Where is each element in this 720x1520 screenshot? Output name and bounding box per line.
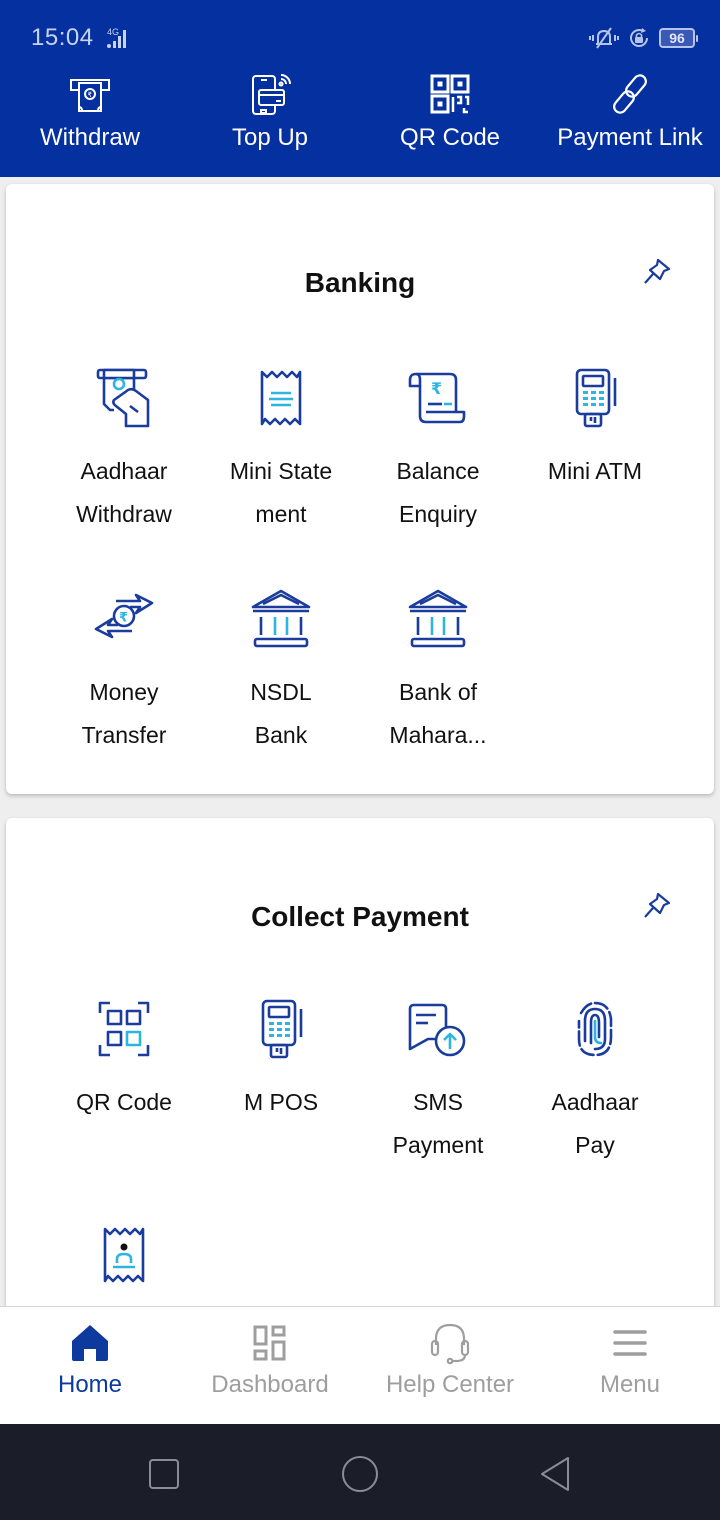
card-terminal-icon: [575, 368, 617, 428]
pin-icon[interactable]: [640, 889, 674, 923]
quick-action-label: Withdraw: [39, 124, 141, 151]
network-type: 4G: [107, 27, 119, 37]
tile-qr-code[interactable]: QR Code: [45, 997, 203, 1124]
link-icon: [613, 74, 647, 114]
nav-menu[interactable]: Menu: [540, 1307, 720, 1425]
quick-action-withdraw[interactable]: ₹ Withdraw: [0, 70, 180, 177]
quick-action-qr-code[interactable]: QR Code: [360, 70, 540, 177]
vibrate-mute-icon: [589, 27, 619, 49]
battery-icon: 96: [659, 28, 698, 48]
collect-payment-card: Collect Payment QR Code M POS SMS Paymen…: [6, 818, 714, 1306]
tile-label: Mini ATM: [547, 458, 643, 484]
atm-withdraw-icon: ₹: [70, 79, 110, 112]
tile-mini-statement[interactable]: Mini State ment: [202, 366, 360, 536]
qr-code-icon: [430, 74, 470, 114]
nav-label: Dashboard: [211, 1371, 329, 1398]
section-title: Banking: [304, 267, 416, 298]
bottom-navigation: Home Dashboard Help Center Menu: [0, 1306, 720, 1424]
nav-label: Help Center: [385, 1371, 515, 1398]
qr-scan-icon: [98, 1001, 150, 1057]
app-header: 15:04 4G 96 ₹ Withdraw Top Up QR Code Pa…: [0, 0, 720, 177]
recent-apps-icon[interactable]: [144, 1454, 184, 1494]
tile-nsdl-bank[interactable]: NSDL Bank: [202, 587, 360, 757]
tile-label: SMS Payment: [392, 1089, 484, 1158]
rotation-lock-icon: [630, 28, 648, 47]
tile-aadhaar-withdraw[interactable]: Aadhaar Withdraw: [45, 366, 203, 536]
sms-payment-icon: [408, 1003, 466, 1057]
quick-action-label: QR Code: [399, 124, 501, 151]
card-terminal-icon: [261, 999, 303, 1059]
quick-action-label: Top Up: [231, 124, 309, 151]
tile-label: M POS: [243, 1089, 319, 1115]
tile-mini-atm[interactable]: Mini ATM: [516, 366, 674, 493]
system-navigation-bar: [0, 1424, 720, 1520]
nav-help-center[interactable]: Help Center: [360, 1307, 540, 1425]
tile-m-pos[interactable]: M POS: [202, 997, 360, 1124]
tile-label: Money Transfer: [81, 679, 167, 748]
status-icons: 96: [589, 24, 698, 52]
tile-label: Mini State ment: [229, 458, 333, 527]
tile-sms-payment[interactable]: SMS Payment: [359, 997, 517, 1167]
headset-icon: [430, 1323, 470, 1365]
tile-label: Aadhaar Pay: [551, 1089, 639, 1158]
tile-aadhaar-pay[interactable]: Aadhaar Pay: [516, 997, 674, 1167]
bank-icon: [251, 589, 311, 648]
tile-label: Aadhaar Withdraw: [76, 458, 172, 527]
svg-text:₹: ₹: [431, 379, 442, 398]
receipt-icon: [260, 370, 302, 426]
home-button-icon[interactable]: [340, 1454, 380, 1494]
quick-action-top-up[interactable]: Top Up: [180, 70, 360, 177]
tile-label: NSDL Bank: [250, 679, 312, 748]
fingerprint-icon: [577, 1001, 613, 1057]
rupee-scroll-icon: ₹: [408, 372, 466, 424]
bill-receipt-icon: [103, 1227, 145, 1283]
quick-action-label: Payment Link: [557, 124, 703, 151]
tile-bill-payment[interactable]: [45, 1223, 203, 1306]
quick-actions-bar: ₹ Withdraw Top Up QR Code Payment Link: [0, 70, 720, 177]
bank-icon: [408, 589, 468, 648]
svg-text:₹: ₹: [119, 611, 128, 626]
battery-level: 96: [659, 28, 695, 48]
svg-text:₹: ₹: [88, 91, 93, 99]
tile-label: Bank of Mahara...: [389, 679, 487, 748]
nav-label: Home: [57, 1371, 123, 1398]
back-icon[interactable]: [536, 1454, 576, 1494]
tile-label: QR Code: [76, 1089, 172, 1115]
status-time: 15:04: [31, 24, 94, 51]
section-title: Collect Payment: [251, 901, 469, 932]
home-icon: [72, 1325, 108, 1361]
pin-icon[interactable]: [640, 255, 674, 289]
status-bar: 15:04 4G 96: [0, 0, 720, 70]
nav-dashboard[interactable]: Dashboard: [180, 1307, 360, 1425]
nav-label: Menu: [599, 1371, 661, 1398]
quick-action-payment-link[interactable]: Payment Link: [540, 70, 720, 177]
nav-home[interactable]: Home: [0, 1307, 180, 1425]
tile-bank-of-maharashtra[interactable]: Bank of Mahara...: [359, 587, 517, 757]
banking-card: Banking Aadhaar Withdraw Mini State ment…: [6, 184, 714, 794]
phone-card-topup-icon: [252, 74, 291, 115]
tile-balance-enquiry[interactable]: ₹ Balance Enquiry: [359, 366, 517, 536]
main-content[interactable]: Banking Aadhaar Withdraw Mini State ment…: [0, 177, 720, 1306]
aadhaar-withdraw-icon: [96, 368, 150, 428]
hamburger-menu-icon: [613, 1330, 647, 1356]
tile-label: Balance Enquiry: [396, 458, 480, 527]
dashboard-icon: [253, 1325, 286, 1361]
signal-icon: 4G: [107, 27, 126, 48]
tile-money-transfer[interactable]: ₹ Money Transfer: [45, 587, 203, 757]
money-transfer-icon: ₹: [94, 593, 154, 639]
